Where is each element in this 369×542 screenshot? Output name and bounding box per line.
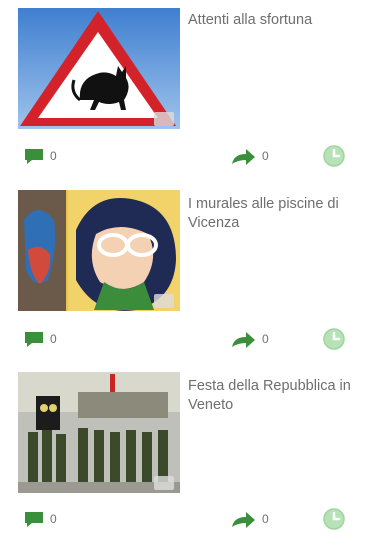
clock-icon[interactable] — [323, 145, 345, 167]
comment-icon — [25, 149, 43, 164]
share-count: 0 — [262, 149, 269, 163]
article-actions: 0 0 — [0, 328, 369, 352]
comment-button[interactable]: 0 — [24, 510, 57, 528]
comment-icon — [25, 512, 43, 527]
article-actions: 0 0 — [0, 145, 369, 169]
mural-image — [18, 190, 180, 311]
share-icon — [232, 149, 255, 165]
share-button[interactable]: 0 — [230, 147, 269, 165]
warning-sign-image — [18, 8, 180, 129]
parade-image — [18, 372, 180, 493]
comment-icon — [25, 332, 43, 347]
article-card: Festa della Repubblica in Veneto 0 0 — [0, 362, 369, 542]
article-actions: 0 0 — [0, 508, 369, 532]
article-thumbnail[interactable] — [18, 190, 180, 311]
comment-button[interactable]: 0 — [24, 330, 57, 348]
clock-icon[interactable] — [323, 328, 345, 350]
comment-count: 0 — [50, 512, 57, 526]
share-count: 0 — [262, 512, 269, 526]
article-title[interactable]: Attenti alla sfortuna — [188, 11, 366, 30]
comment-button[interactable]: 0 — [24, 147, 57, 165]
clock-icon[interactable] — [323, 508, 345, 530]
share-button[interactable]: 0 — [230, 510, 269, 528]
share-button[interactable]: 0 — [230, 330, 269, 348]
article-title[interactable]: Festa della Repubblica in Veneto — [188, 377, 366, 415]
share-count: 0 — [262, 332, 269, 346]
comment-count: 0 — [50, 332, 57, 346]
comment-count: 0 — [50, 149, 57, 163]
article-card: I murales alle piscine di Vicenza 0 0 — [0, 180, 369, 360]
article-thumbnail[interactable] — [18, 372, 180, 493]
share-icon — [232, 332, 255, 348]
article-card: Attenti alla sfortuna 0 0 — [0, 0, 369, 180]
article-title[interactable]: I murales alle piscine di Vicenza — [188, 195, 366, 233]
share-icon — [232, 512, 255, 528]
article-thumbnail[interactable] — [18, 8, 180, 129]
